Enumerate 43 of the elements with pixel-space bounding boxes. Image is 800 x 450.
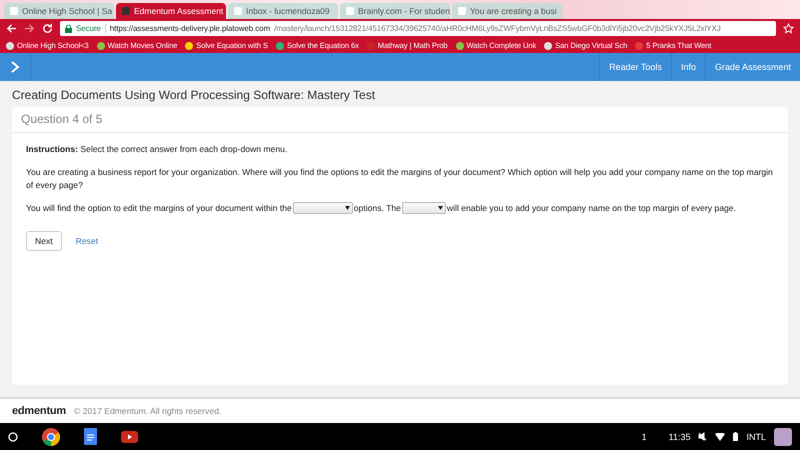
star-icon[interactable] [783, 23, 794, 34]
browser-tab[interactable]: You are creating a busi [452, 3, 562, 19]
browser-tab[interactable]: Brainly.com - For studen [340, 3, 450, 19]
address-field[interactable]: Secure https://assessments-delivery.ple.platoweb.com /mastery/launch/15312821/45167334/39625740/aHR0cHM6Ly9sZWFybmVyLnBsZS5wbGF0b3dlYi5jb20vc2Vjb25kYXJ5L2xlYXJ [60, 21, 776, 36]
battery-icon[interactable] [733, 432, 738, 441]
chrome-icon[interactable] [42, 428, 60, 446]
wifi-icon[interactable] [715, 432, 726, 440]
reset-link[interactable]: Reset [76, 236, 98, 246]
browser-tab[interactable]: Inbox - lucmendoza09 [228, 3, 338, 19]
copyright-text: © 2017 Edmentum. All rights reserved. [74, 406, 222, 416]
favicon-icon [122, 7, 130, 15]
favicon-icon [458, 7, 466, 15]
input-method-text[interactable]: INTL [746, 432, 766, 442]
document-icon[interactable] [84, 428, 97, 445]
question-prompt: You are creating a business report for your organization. Where will you find the options to edit the margins of your document? Which option will help you add your company name on the top margin of every page? [26, 166, 774, 192]
next-button[interactable]: Next [26, 231, 62, 252]
question-text: options. The [354, 203, 401, 214]
browser-tab[interactable]: Edmentum Assessment [116, 3, 226, 19]
question-text: will enable you to add your company name on the top margin of every page. [446, 203, 736, 214]
favicon-icon [346, 7, 354, 15]
app-menu-button[interactable]: Grade Assessment [704, 53, 800, 81]
app-menu-button[interactable]: Reader Tools [599, 53, 671, 81]
video-play-icon[interactable] [121, 430, 138, 442]
back-icon[interactable] [6, 23, 17, 34]
question-heading: Question 4 of 5 [12, 107, 788, 133]
chevron-right-icon [10, 61, 20, 73]
caret-icon [438, 206, 443, 210]
launcher-icon[interactable] [8, 432, 18, 442]
notification-count[interactable]: 1 [642, 432, 647, 442]
app-menu-button[interactable]: Info [670, 53, 705, 81]
page-title: Creating Documents Using Word Processing Software: Mastery Test [11, 87, 376, 104]
caret-icon [344, 206, 350, 210]
instructions-text: Instructions: Select the correct answer from each drop-down menu. [26, 143, 288, 156]
browser-tab[interactable]: Online High School | Sa [4, 3, 114, 19]
favicon-icon [234, 7, 242, 15]
lock-icon [65, 24, 72, 32]
mute-icon[interactable] [698, 432, 708, 441]
reload-icon[interactable] [42, 23, 53, 34]
user-avatar[interactable] [774, 428, 792, 446]
clock-text[interactable]: 11:35 [668, 432, 690, 442]
question-text: You will find the option to edit the margins of your document within the [26, 203, 292, 214]
favicon-icon [10, 7, 18, 15]
edmentum-logo: edmentum [12, 405, 66, 417]
